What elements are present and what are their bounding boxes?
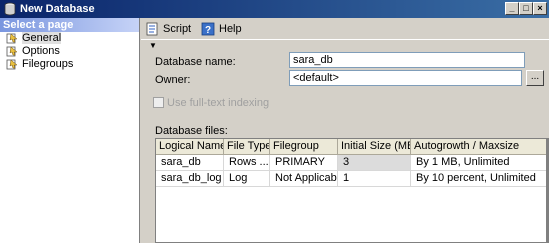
script-label: Script (163, 23, 192, 35)
logical-name-cell[interactable]: sara_db_log (156, 171, 224, 187)
title-bar: New Database _ □ × (0, 0, 549, 18)
page-icon (6, 46, 18, 57)
file-type-cell[interactable]: Rows ... (224, 155, 270, 171)
page-icon (6, 33, 18, 44)
select-page-pane: Select a page General Options Filegroups (0, 18, 140, 243)
database-name-input[interactable]: sara_db (289, 52, 525, 68)
column-header[interactable]: File Type (224, 139, 270, 155)
minimize-button[interactable]: _ (505, 2, 519, 15)
page-icon (6, 59, 18, 70)
browse-owner-button[interactable]: ... (526, 70, 544, 86)
table-row[interactable]: sara_db_log Log Not Applicable 1 By 10 p… (156, 171, 548, 187)
nav-item-label: Filegroups (22, 58, 74, 70)
column-header[interactable]: Logical Name (156, 139, 224, 155)
database-files-label: Database files: (155, 125, 228, 137)
help-icon: ? (201, 22, 215, 36)
owner-label: Owner: (155, 74, 191, 86)
maximize-button[interactable]: □ (519, 2, 533, 15)
filegroup-cell[interactable]: Not Applicable (270, 171, 338, 187)
nav-item-general[interactable]: General (0, 32, 139, 45)
close-button[interactable]: × (533, 2, 547, 15)
owner-input[interactable]: <default> (289, 70, 522, 86)
script-button[interactable]: Script ▼ (145, 21, 197, 50)
autogrowth-cell[interactable]: By 10 percent, Unlimited (411, 171, 548, 187)
fulltext-checkbox[interactable] (153, 97, 164, 108)
nav-item-options[interactable]: Options (0, 45, 139, 58)
logical-name-cell[interactable]: sara_db (156, 155, 224, 171)
nav-item-filegroups[interactable]: Filegroups (0, 58, 139, 71)
general-page-form: Database name: sara_db Owner: <default> … (141, 41, 549, 243)
database-name-label: Database name: (155, 56, 236, 68)
initial-size-cell[interactable]: 1 (338, 171, 411, 187)
toolbar: Script ▼ ? Help (141, 18, 549, 50)
column-header[interactable]: Filegroup (270, 139, 338, 155)
script-icon (146, 22, 158, 36)
fulltext-label: Use full-text indexing (167, 97, 270, 109)
window-title: New Database (20, 3, 95, 15)
filegroup-cell[interactable]: PRIMARY (270, 155, 338, 171)
nav-item-label: General (22, 32, 62, 44)
database-files-grid[interactable]: Logical Name File Type Filegroup Initial… (155, 138, 549, 243)
table-header-row: Logical Name File Type Filegroup Initial… (156, 139, 548, 155)
help-label: Help (219, 23, 242, 35)
help-button[interactable]: ? Help (201, 21, 243, 37)
select-page-header: Select a page (0, 18, 139, 32)
column-header[interactable]: Autogrowth / Maxsize (411, 139, 548, 155)
initial-size-cell[interactable]: 3 (338, 155, 411, 171)
svg-text:?: ? (205, 25, 211, 36)
database-icon (4, 2, 16, 16)
autogrowth-cell[interactable]: By 1 MB, Unlimited (411, 155, 548, 171)
file-type-cell[interactable]: Log (224, 171, 270, 187)
column-header[interactable]: Initial Size (MB) (338, 139, 411, 155)
table-row[interactable]: sara_db Rows ... PRIMARY 3 By 1 MB, Unli… (156, 155, 548, 171)
nav-item-label: Options (22, 45, 60, 57)
